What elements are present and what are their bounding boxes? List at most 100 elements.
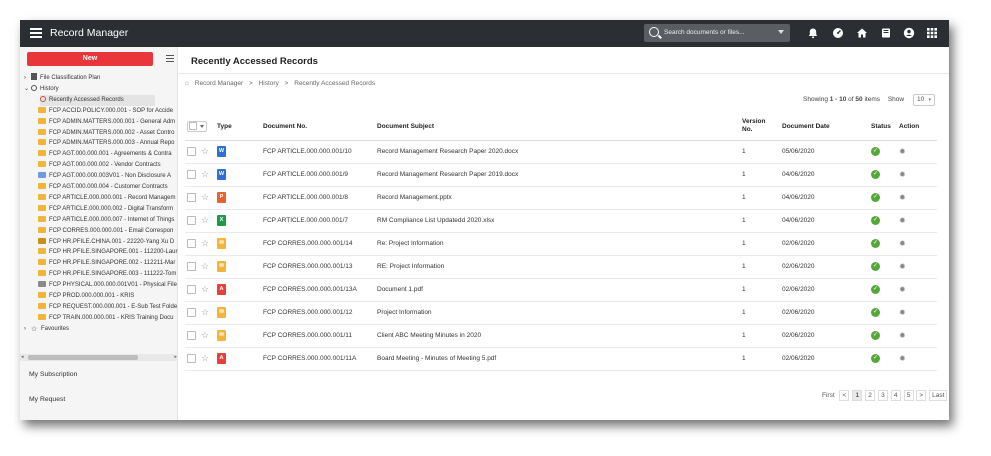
table-row[interactable]: ☆ X FCP ARTICLE.000.000.001/7 RM Compliance… [185,209,937,233]
pager-prev[interactable]: < [839,390,850,401]
star-icon[interactable]: ☆ [201,169,209,179]
col-type[interactable]: Type [215,113,261,141]
star-icon[interactable]: ☆ [201,238,209,248]
dashboard-icon[interactable] [832,27,844,39]
gear-icon[interactable]: ✹ [899,147,906,156]
table-row[interactable]: ☆ ✉ FCP CORRES.000.000.001/13 RE: Project I… [185,255,937,279]
table-row[interactable]: ☆ W FCP ARTICLE.000.000.001/9 Record Manage… [185,163,937,187]
tree-folder-item[interactable]: FCP AGT.000.000.001 - Agreements & Contr… [38,149,178,160]
table-row[interactable]: ☆ P FCP ARTICLE.000.000.001/8 Record Manage… [185,186,937,210]
tree-node[interactable]: › File Classification Plan [24,73,178,84]
document-no-cell[interactable]: FCP CORRES.000.000.001/11 [261,324,375,348]
search-input[interactable]: Search documents or files... [644,24,790,42]
page-size-select[interactable]: 10 ▾ [913,94,935,106]
row-checkbox[interactable] [187,170,196,179]
breadcrumb-item[interactable]: Record Manager [195,80,243,87]
tree-folder-item[interactable]: FCP ARTICLE.000.000.007 - Internet of Th… [38,215,178,226]
bell-icon[interactable] [807,27,819,39]
gear-icon[interactable]: ✹ [899,170,906,179]
select-all-checkbox[interactable] [187,120,207,132]
scrollbar-thumb[interactable] [28,355,138,360]
chevron-right-icon[interactable]: › [24,324,31,335]
tree-folder-item[interactable]: FCP ADMIN.MATTERS.000.001 - General Adm [38,117,178,128]
document-subject-cell[interactable]: Board Meeting - Minutes of Meeting 5.pdf [375,347,740,371]
document-no-cell[interactable]: FCP ARTICLE.000.000.001/7 [261,209,375,233]
document-subject-cell[interactable]: Project Information [375,301,740,325]
gear-icon[interactable]: ✹ [899,193,906,202]
tree-folder-item[interactable]: FCP ADMIN.MATTERS.000.003 - Annual Repo [38,138,178,149]
document-subject-cell[interactable]: Record Management.pptx [375,186,740,210]
tree-folder-item[interactable]: FCP PROD.000.000.001 - KRIS [38,291,178,302]
gear-icon[interactable]: ✹ [899,262,906,271]
tree-folder-item[interactable]: FCP HR.PFILE.SINGAPORE.003 - 111222-Tom [38,269,178,280]
gear-icon[interactable]: ✹ [899,331,906,340]
document-no-cell[interactable]: FCP CORRES.000.000.001/13A [261,278,375,302]
gear-icon[interactable]: ✹ [899,239,906,248]
tree-node[interactable]: ⌄ History [24,84,178,95]
document-subject-cell[interactable]: Document 1.pdf [375,278,740,302]
document-subject-cell[interactable]: RE: Project Information [375,255,740,279]
home-icon[interactable]: ⌂ [185,80,189,87]
document-no-cell[interactable]: FCP CORRES.000.000.001/13 [261,255,375,279]
col-document-date[interactable]: Document Date [780,113,869,141]
tree-node[interactable]: › ☆ Favourites [24,324,178,335]
row-checkbox[interactable] [187,147,196,156]
star-icon[interactable]: ☆ [201,215,209,225]
tree-folder-item[interactable]: FCP TRAIN.000.000.001 - KRIS Training Do… [38,313,178,324]
tree-folder-item[interactable]: FCP ACCID.POLICY.000.001 - SOP for Accid… [38,106,178,117]
tree-node[interactable]: Recently Accessed Records [40,94,155,106]
gear-icon[interactable]: ✹ [899,285,906,294]
document-subject-cell[interactable]: Client ABC Meeting Minutes in 2020 [375,324,740,348]
document-subject-cell[interactable]: RM Compliance List Updatedd 2020.xlsx [375,209,740,233]
col-document-subject[interactable]: Document Subject [375,113,740,141]
tree-folder-item[interactable]: FCP AGT.000.000.004 - Customer Contracts [38,182,178,193]
chevron-down-icon[interactable]: ⌄ [24,84,31,95]
tree-folder-item[interactable]: FCP ARTICLE.000.000.001 - Record Managem [38,193,178,204]
col-version-no[interactable]: Version No. [740,113,780,141]
gear-icon[interactable]: ✹ [899,354,906,363]
gear-icon[interactable]: ✹ [899,308,906,317]
table-row[interactable]: ☆ ✉ FCP CORRES.000.000.001/11 Client ABC Me… [185,324,937,348]
star-icon[interactable]: ☆ [201,146,209,156]
chevron-right-icon[interactable]: › [24,73,31,84]
chevron-down-icon[interactable] [778,30,784,34]
tree-folder-item[interactable]: FCP ARTICLE.000.000.002 - Digital Transf… [38,204,178,215]
table-row[interactable]: ☆ A FCP CORRES.000.000.001/13A Document 1.p… [185,278,937,302]
filter-settings-icon[interactable] [166,55,174,63]
document-no-cell[interactable]: FCP ARTICLE.000.000.001/8 [261,186,375,210]
tree-folder-item[interactable]: FCP HR.PFILE.CHINA.001 - 22220-Yang Xu D [38,237,178,248]
breadcrumb-item[interactable]: History [259,80,279,87]
inbox-icon[interactable] [880,27,892,39]
row-checkbox[interactable] [187,239,196,248]
row-checkbox[interactable] [187,331,196,340]
document-subject-cell[interactable]: Re: Project Information [375,232,740,256]
scroll-left-icon[interactable]: ◂ [21,354,24,360]
star-icon[interactable]: ☆ [201,261,209,271]
pager-page[interactable]: 3 [877,390,888,401]
document-no-cell[interactable]: FCP CORRES.000.000.001/11A [261,347,375,371]
tree-folder-item[interactable]: FCP REQUEST.000.000.001 - E-Sub Test Fol… [38,302,178,313]
pager-first[interactable]: First [820,391,837,402]
row-checkbox[interactable] [187,308,196,317]
scroll-right-icon[interactable]: ▸ [174,354,177,360]
apps-grid-icon[interactable] [926,27,938,39]
my-subscription-link[interactable]: My Subscription [29,371,77,378]
row-checkbox[interactable] [187,285,196,294]
col-document-no[interactable]: Document No. [261,113,375,141]
tree-folder-item[interactable]: FCP ADMIN.MATTERS.000.002 - Asset Contro [38,128,178,139]
row-checkbox[interactable] [187,216,196,225]
row-checkbox[interactable] [187,193,196,202]
document-no-cell[interactable]: FCP ARTICLE.000.000.001/9 [261,163,375,187]
user-icon[interactable] [903,27,915,39]
tree-folder-item[interactable]: FCP AGT.000.000.003V01 - Non Disclosure … [38,171,178,182]
row-checkbox[interactable] [187,262,196,271]
pager-next[interactable]: > [916,390,927,401]
star-icon[interactable]: ☆ [201,307,209,317]
table-row[interactable]: ☆ A FCP CORRES.000.000.001/11A Board Meetin… [185,347,937,371]
pager-last[interactable]: Last [929,390,948,401]
tree-folder-item[interactable]: FCP CORRES.000.000.001 - Email Correspon [38,226,178,237]
star-icon[interactable]: ☆ [201,330,209,340]
gear-icon[interactable]: ✹ [899,216,906,225]
horizontal-scrollbar[interactable]: ◂ ▸ [20,354,178,361]
tree-folder-item[interactable]: FCP PHYSICAL.000.000.001V01 - Physical F… [38,280,178,291]
